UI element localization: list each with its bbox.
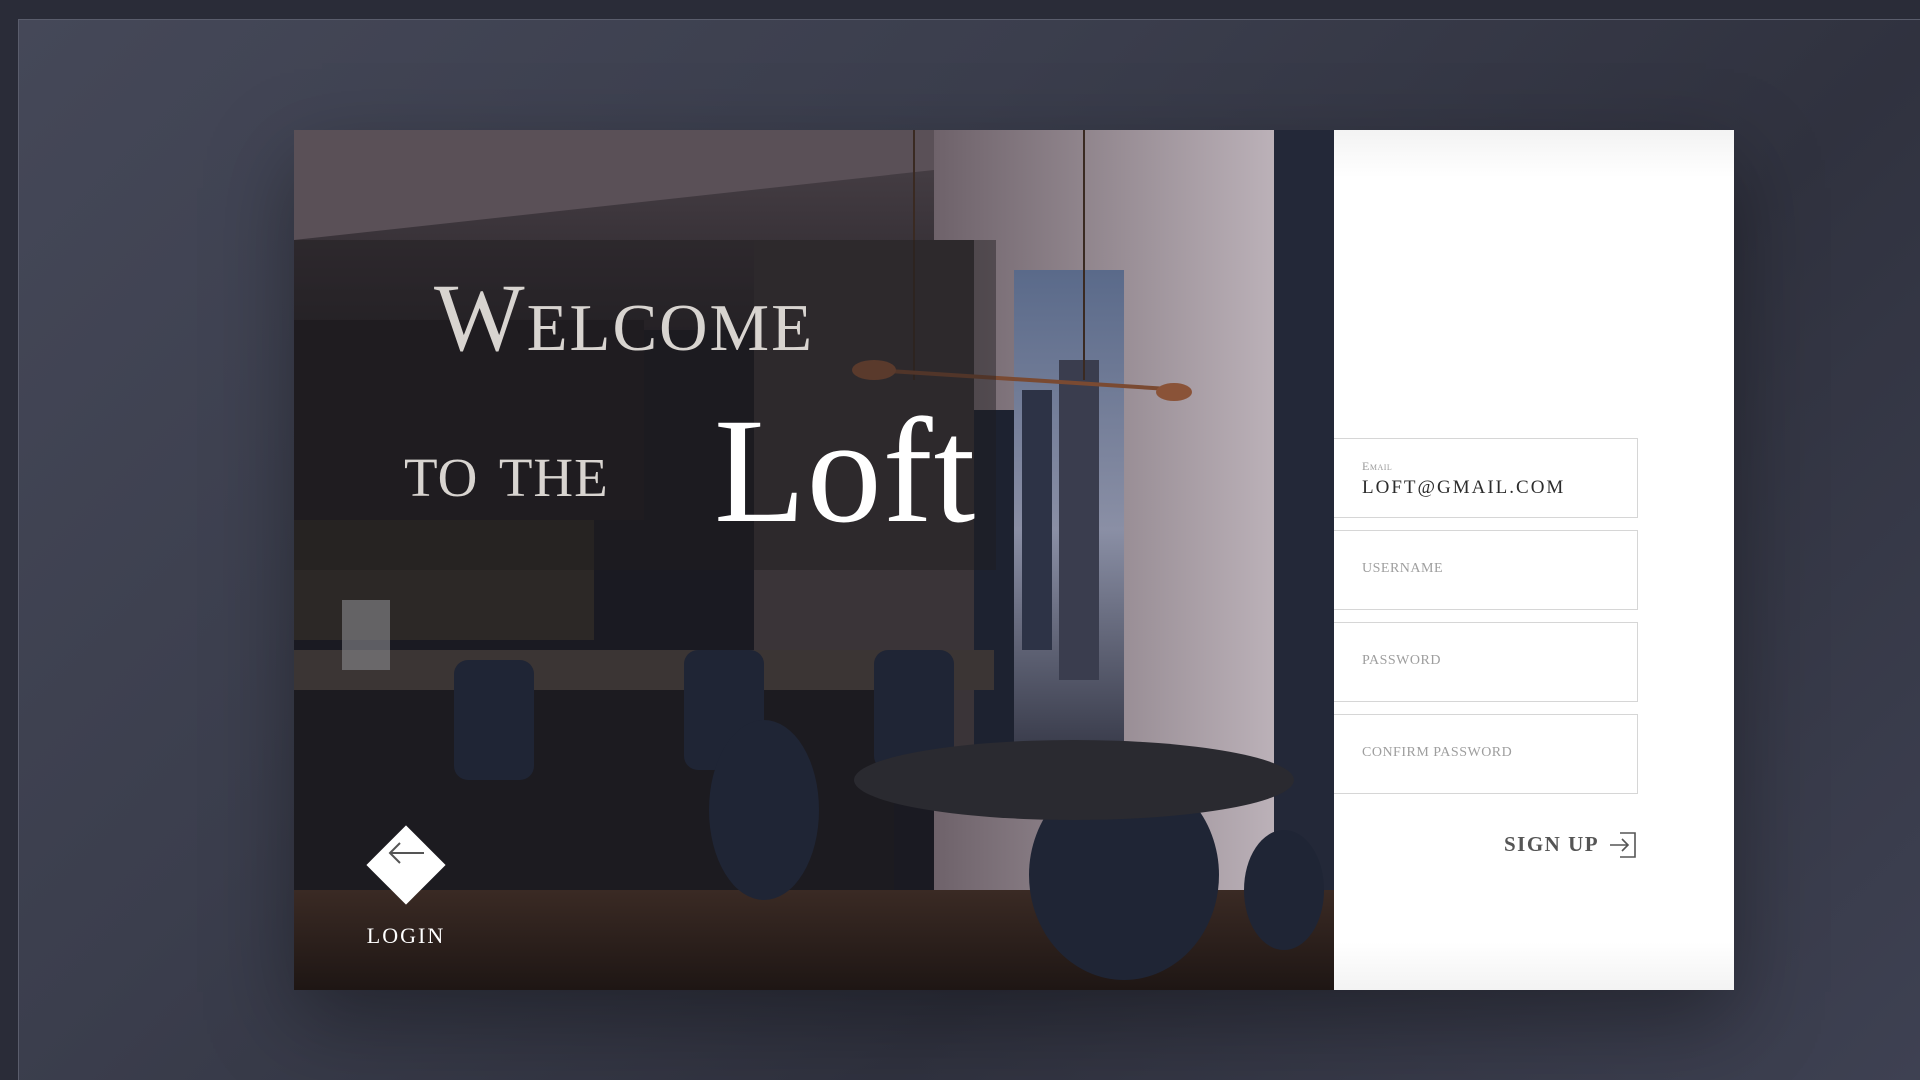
hero-photo: Welcome to the Loft LOGIN [294, 130, 1334, 990]
email-value: LOFT@GMAIL.COM [1362, 477, 1566, 498]
confirm-password-field[interactable]: CONFIRM PASSWORD [1334, 714, 1638, 794]
login-button[interactable]: LOGIN [366, 825, 446, 949]
email-label: Email [1362, 459, 1393, 473]
login-label: LOGIN [366, 923, 446, 948]
signup-label: SIGN UP [1504, 832, 1600, 856]
password-field[interactable]: PASSWORD [1334, 622, 1638, 702]
confirm-password-placeholder: CONFIRM PASSWORD [1362, 745, 1513, 760]
signup-button[interactable]: SIGN UP [1504, 830, 1640, 860]
username-field[interactable]: USERNAME [1334, 530, 1638, 610]
username-placeholder: USERNAME [1362, 561, 1444, 576]
panel-top-shade [1334, 130, 1734, 178]
password-placeholder: PASSWORD [1362, 653, 1441, 668]
sign-in-icon [1610, 832, 1636, 858]
signup-form-panel: Email LOFT@GMAIL.COM USERNAME PASSWORD C… [1334, 130, 1734, 990]
brand-name: Loft [714, 388, 977, 554]
email-field[interactable]: Email LOFT@GMAIL.COM [1334, 438, 1638, 518]
arrow-left-icon [388, 842, 424, 864]
welcome-subheading: to the [404, 426, 609, 513]
signup-card: Welcome to the Loft LOGIN Email LOFT@GMA… [294, 130, 1734, 990]
welcome-heading: Welcome [434, 264, 815, 371]
panel-bottom-shade [1334, 942, 1734, 990]
